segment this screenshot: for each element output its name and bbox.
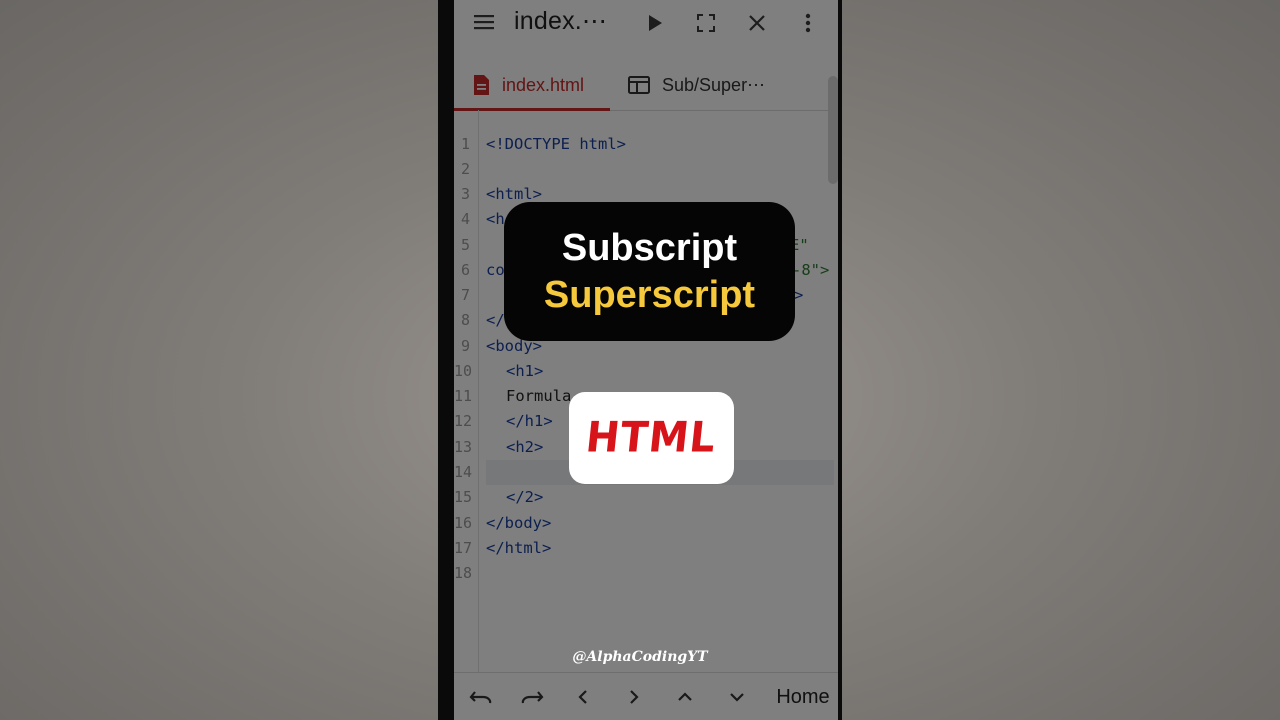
line-number: 4: [460, 210, 470, 228]
play-icon[interactable]: [642, 10, 668, 36]
code-line: </: [486, 311, 505, 329]
home-button[interactable]: Home: [772, 681, 834, 713]
top-toolbar: index.⋯: [454, 0, 838, 46]
line-number: 5: [460, 236, 470, 254]
title-line-superscript: Superscript: [543, 274, 756, 316]
line-number: 14: [454, 463, 473, 481]
line-number: 7: [460, 286, 470, 304]
tab-label: Sub/Super⋯: [662, 74, 766, 95]
channel-watermark: @AlphaCodingYT: [572, 649, 708, 665]
tab-index-html[interactable]: index.html: [472, 62, 584, 108]
code-line: <h2>: [506, 438, 544, 456]
line-number: 2: [460, 160, 470, 178]
tab-label: index.html: [502, 74, 585, 95]
code-line: >: [794, 286, 804, 304]
title-line-subscript: Subscript: [561, 227, 738, 269]
line-number: 10: [454, 362, 473, 380]
fullscreen-icon[interactable]: [693, 10, 719, 36]
line-number: 15: [454, 488, 473, 506]
code-line: <!DOCTYPE html>: [486, 135, 626, 153]
phone-frame: index.⋯ index.html Sub/Super⋯ 1 2 3 4 5 …: [438, 0, 842, 720]
line-number: 8: [460, 311, 470, 329]
code-line: </h1>: [506, 412, 553, 430]
file-icon: [472, 74, 490, 96]
file-tabs: index.html Sub/Super⋯: [454, 62, 838, 111]
code-line: <h1>: [506, 362, 544, 380]
html-badge: HTML: [569, 392, 734, 484]
line-number: 3: [460, 185, 470, 203]
code-line: </html>: [486, 539, 552, 557]
line-number: 11: [454, 387, 473, 405]
bottom-toolbar: Home: [454, 672, 838, 720]
code-line: Formula: [506, 387, 572, 405]
more-vertical-icon[interactable]: [796, 10, 820, 36]
file-title: index.⋯: [514, 7, 608, 35]
line-number: 12: [454, 412, 473, 430]
code-editor[interactable]: 1 2 3 4 5 6 7 8 9 10 11 12 13 14 15 16 1…: [454, 110, 838, 672]
chevron-up-icon[interactable]: [672, 681, 698, 713]
tab-sub-super[interactable]: Sub/Super⋯: [628, 62, 765, 108]
chevron-right-icon[interactable]: [621, 681, 647, 713]
redo-icon[interactable]: [517, 681, 547, 713]
browser-window-icon: [628, 76, 650, 94]
line-number: 13: [454, 438, 473, 456]
line-gutter: 1 2 3 4 5 6 7 8 9 10 11 12 13 14 15 16 1…: [454, 110, 479, 672]
line-number: 16: [454, 514, 473, 532]
chevron-left-icon[interactable]: [570, 681, 596, 713]
code-line: </2>: [506, 488, 544, 506]
editor-screen: index.⋯ index.html Sub/Super⋯ 1 2 3 4 5 …: [454, 0, 838, 720]
code-line: <h: [486, 210, 505, 228]
undo-icon[interactable]: [466, 681, 496, 713]
line-number: 9: [460, 337, 470, 355]
line-number: 6: [460, 261, 470, 279]
line-number: 17: [454, 539, 473, 557]
code-line: </body>: [486, 514, 552, 532]
chevron-down-icon[interactable]: [724, 681, 750, 713]
code-line: co: [486, 261, 505, 279]
line-number: 1: [460, 135, 470, 153]
menu-icon[interactable]: [472, 10, 496, 34]
code-line: -8">: [792, 261, 830, 279]
close-icon[interactable]: [744, 10, 770, 36]
html-badge-text: HTML: [583, 413, 720, 463]
title-badge: Subscript Superscript: [504, 202, 795, 341]
code-line: <html>: [486, 185, 542, 203]
line-number: 18: [454, 564, 473, 582]
